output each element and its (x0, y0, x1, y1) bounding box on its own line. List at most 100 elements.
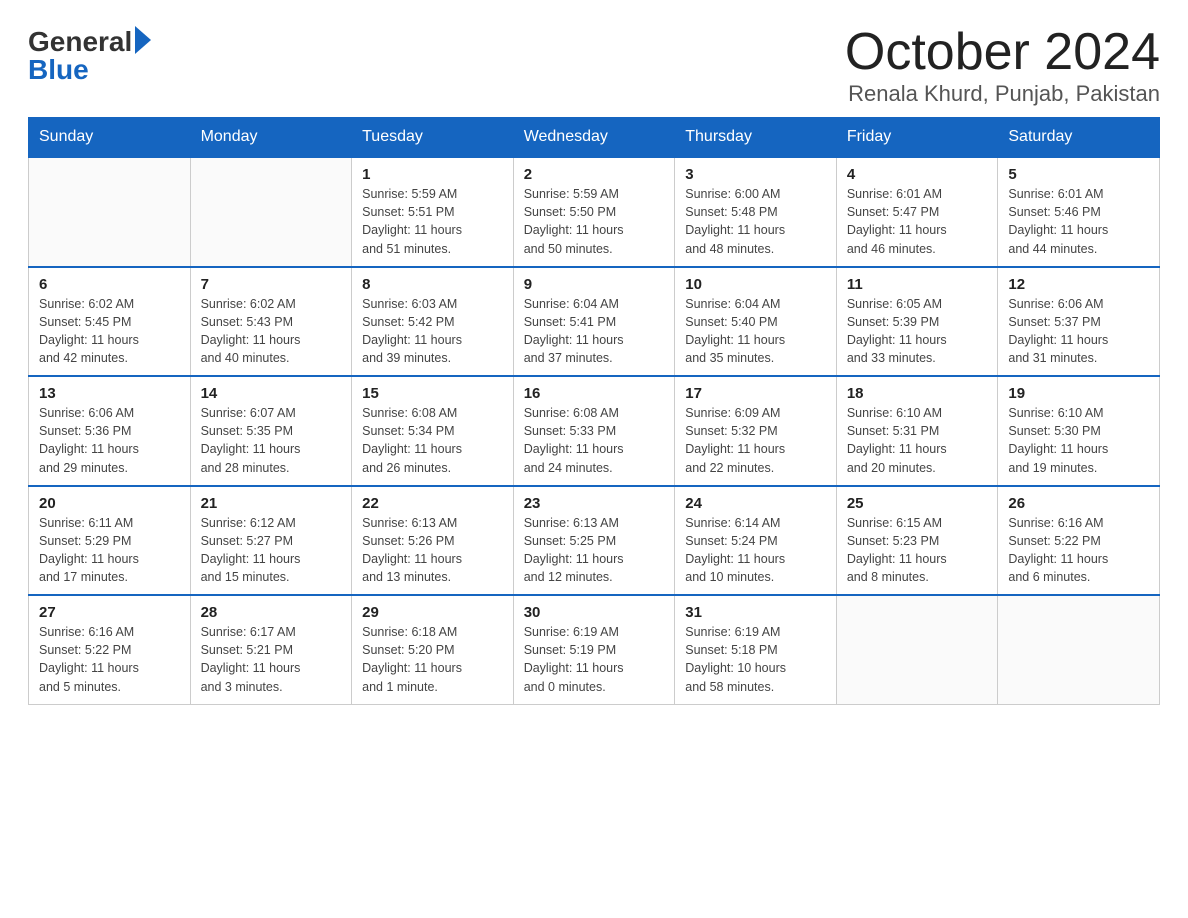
day-info: Sunrise: 6:02 AM Sunset: 5:43 PM Dayligh… (201, 295, 342, 368)
title-block: October 2024 Renala Khurd, Punjab, Pakis… (845, 24, 1160, 107)
header-cell-wednesday: Wednesday (513, 118, 675, 158)
calendar-cell: 18 Sunrise: 6:10 AM Sunset: 5:31 PM Dayli… (836, 376, 998, 486)
calendar-cell: 8Sunrise: 6:03 AM Sunset: 5:42 PM Daylig… (352, 267, 514, 377)
day-number: 18 (847, 385, 988, 402)
day-info: Sunrise: 6:09 AM Sunset: 5:32 PM Dayligh… (685, 404, 826, 477)
day-number: 11 (847, 276, 988, 293)
calendar-cell: 5 Sunrise: 6:01 AM Sunset: 5:46 PM Daylig… (998, 157, 1160, 267)
calendar-cell: 9 Sunrise: 6:04 AM Sunset: 5:41 PM Daylig… (513, 267, 675, 377)
day-info: Sunrise: 6:16 AM Sunset: 5:22 PM Dayligh… (39, 623, 180, 696)
calendar-cell: 19Sunrise: 6:10 AM Sunset: 5:30 PM Dayli… (998, 376, 1160, 486)
logo-general: General (28, 28, 132, 56)
day-info: Sunrise: 6:06 AM Sunset: 5:36 PM Dayligh… (39, 404, 180, 477)
page-header: General Blue October 2024 Renala Khurd, … (28, 24, 1160, 107)
day-number: 9 (524, 276, 665, 293)
calendar-week-2: 6 Sunrise: 6:02 AM Sunset: 5:45 PM Daylig… (29, 267, 1160, 377)
day-number: 4 (847, 166, 988, 183)
day-number: 13 (39, 385, 180, 402)
calendar-week-5: 27Sunrise: 6:16 AM Sunset: 5:22 PM Dayli… (29, 595, 1160, 704)
day-number: 2 (524, 166, 665, 183)
calendar-cell: 29Sunrise: 6:18 AM Sunset: 5:20 PM Dayli… (352, 595, 514, 704)
day-info: Sunrise: 6:08 AM Sunset: 5:34 PM Dayligh… (362, 404, 503, 477)
day-number: 7 (201, 276, 342, 293)
day-info: Sunrise: 6:04 AM Sunset: 5:41 PM Dayligh… (524, 295, 665, 368)
calendar-cell: 10 Sunrise: 6:04 AM Sunset: 5:40 PM Dayli… (675, 267, 837, 377)
logo-blue: Blue (28, 56, 89, 84)
day-number: 23 (524, 495, 665, 512)
calendar-cell: 11Sunrise: 6:05 AM Sunset: 5:39 PM Dayli… (836, 267, 998, 377)
header-cell-tuesday: Tuesday (352, 118, 514, 158)
day-info: Sunrise: 6:16 AM Sunset: 5:22 PM Dayligh… (1008, 514, 1149, 587)
calendar-cell: 17 Sunrise: 6:09 AM Sunset: 5:32 PM Dayli… (675, 376, 837, 486)
calendar-cell: 26Sunrise: 6:16 AM Sunset: 5:22 PM Dayli… (998, 486, 1160, 596)
day-number: 25 (847, 495, 988, 512)
header-cell-saturday: Saturday (998, 118, 1160, 158)
calendar-cell: 24 Sunrise: 6:14 AM Sunset: 5:24 PM Dayli… (675, 486, 837, 596)
day-info: Sunrise: 5:59 AM Sunset: 5:51 PM Dayligh… (362, 185, 503, 258)
day-number: 3 (685, 166, 826, 183)
calendar-cell: 6 Sunrise: 6:02 AM Sunset: 5:45 PM Daylig… (29, 267, 191, 377)
calendar-cell: 3 Sunrise: 6:00 AM Sunset: 5:48 PM Daylig… (675, 157, 837, 267)
day-info: Sunrise: 6:01 AM Sunset: 5:46 PM Dayligh… (1008, 185, 1149, 258)
calendar-cell (29, 157, 191, 267)
day-info: Sunrise: 6:15 AM Sunset: 5:23 PM Dayligh… (847, 514, 988, 587)
calendar-cell: 28 Sunrise: 6:17 AM Sunset: 5:21 PM Dayli… (190, 595, 352, 704)
calendar-table: SundayMondayTuesdayWednesdayThursdayFrid… (28, 117, 1160, 705)
day-number: 28 (201, 604, 342, 621)
day-number: 31 (685, 604, 826, 621)
day-info: Sunrise: 6:11 AM Sunset: 5:29 PM Dayligh… (39, 514, 180, 587)
calendar-week-4: 20Sunrise: 6:11 AM Sunset: 5:29 PM Dayli… (29, 486, 1160, 596)
logo: General Blue (28, 24, 151, 84)
day-info: Sunrise: 6:04 AM Sunset: 5:40 PM Dayligh… (685, 295, 826, 368)
day-info: Sunrise: 6:02 AM Sunset: 5:45 PM Dayligh… (39, 295, 180, 368)
calendar-cell: 16 Sunrise: 6:08 AM Sunset: 5:33 PM Dayli… (513, 376, 675, 486)
calendar-cell: 4 Sunrise: 6:01 AM Sunset: 5:47 PM Daylig… (836, 157, 998, 267)
day-number: 22 (362, 495, 503, 512)
day-info: Sunrise: 6:12 AM Sunset: 5:27 PM Dayligh… (201, 514, 342, 587)
day-number: 30 (524, 604, 665, 621)
header-cell-sunday: Sunday (29, 118, 191, 158)
day-number: 5 (1008, 166, 1149, 183)
day-number: 17 (685, 385, 826, 402)
day-info: Sunrise: 6:01 AM Sunset: 5:47 PM Dayligh… (847, 185, 988, 258)
calendar-title: October 2024 (845, 24, 1160, 81)
calendar-cell: 1 Sunrise: 5:59 AM Sunset: 5:51 PM Daylig… (352, 157, 514, 267)
day-number: 10 (685, 276, 826, 293)
calendar-cell: 7 Sunrise: 6:02 AM Sunset: 5:43 PM Daylig… (190, 267, 352, 377)
calendar-cell: 12 Sunrise: 6:06 AM Sunset: 5:37 PM Dayli… (998, 267, 1160, 377)
calendar-body: 1 Sunrise: 5:59 AM Sunset: 5:51 PM Daylig… (29, 157, 1160, 704)
day-info: Sunrise: 6:14 AM Sunset: 5:24 PM Dayligh… (685, 514, 826, 587)
calendar-cell: 23 Sunrise: 6:13 AM Sunset: 5:25 PM Dayli… (513, 486, 675, 596)
day-number: 24 (685, 495, 826, 512)
calendar-cell: 21Sunrise: 6:12 AM Sunset: 5:27 PM Dayli… (190, 486, 352, 596)
day-info: Sunrise: 6:10 AM Sunset: 5:30 PM Dayligh… (1008, 404, 1149, 477)
day-number: 12 (1008, 276, 1149, 293)
header-cell-monday: Monday (190, 118, 352, 158)
calendar-cell: 22Sunrise: 6:13 AM Sunset: 5:26 PM Dayli… (352, 486, 514, 596)
day-number: 16 (524, 385, 665, 402)
day-number: 1 (362, 166, 503, 183)
calendar-cell: 27Sunrise: 6:16 AM Sunset: 5:22 PM Dayli… (29, 595, 191, 704)
calendar-cell (998, 595, 1160, 704)
day-info: Sunrise: 5:59 AM Sunset: 5:50 PM Dayligh… (524, 185, 665, 258)
day-number: 15 (362, 385, 503, 402)
calendar-cell (190, 157, 352, 267)
calendar-week-3: 13 Sunrise: 6:06 AM Sunset: 5:36 PM Dayli… (29, 376, 1160, 486)
day-info: Sunrise: 6:00 AM Sunset: 5:48 PM Dayligh… (685, 185, 826, 258)
day-info: Sunrise: 6:13 AM Sunset: 5:25 PM Dayligh… (524, 514, 665, 587)
day-info: Sunrise: 6:03 AM Sunset: 5:42 PM Dayligh… (362, 295, 503, 368)
day-info: Sunrise: 6:08 AM Sunset: 5:33 PM Dayligh… (524, 404, 665, 477)
calendar-location: Renala Khurd, Punjab, Pakistan (845, 81, 1160, 107)
day-info: Sunrise: 6:10 AM Sunset: 5:31 PM Dayligh… (847, 404, 988, 477)
header-row: SundayMondayTuesdayWednesdayThursdayFrid… (29, 118, 1160, 158)
calendar-cell: 30Sunrise: 6:19 AM Sunset: 5:19 PM Dayli… (513, 595, 675, 704)
calendar-header: SundayMondayTuesdayWednesdayThursdayFrid… (29, 118, 1160, 158)
day-number: 6 (39, 276, 180, 293)
day-number: 14 (201, 385, 342, 402)
day-info: Sunrise: 6:06 AM Sunset: 5:37 PM Dayligh… (1008, 295, 1149, 368)
logo-arrow-icon (135, 26, 151, 54)
day-info: Sunrise: 6:17 AM Sunset: 5:21 PM Dayligh… (201, 623, 342, 696)
calendar-cell: 13 Sunrise: 6:06 AM Sunset: 5:36 PM Dayli… (29, 376, 191, 486)
calendar-cell: 25 Sunrise: 6:15 AM Sunset: 5:23 PM Dayli… (836, 486, 998, 596)
calendar-cell (836, 595, 998, 704)
